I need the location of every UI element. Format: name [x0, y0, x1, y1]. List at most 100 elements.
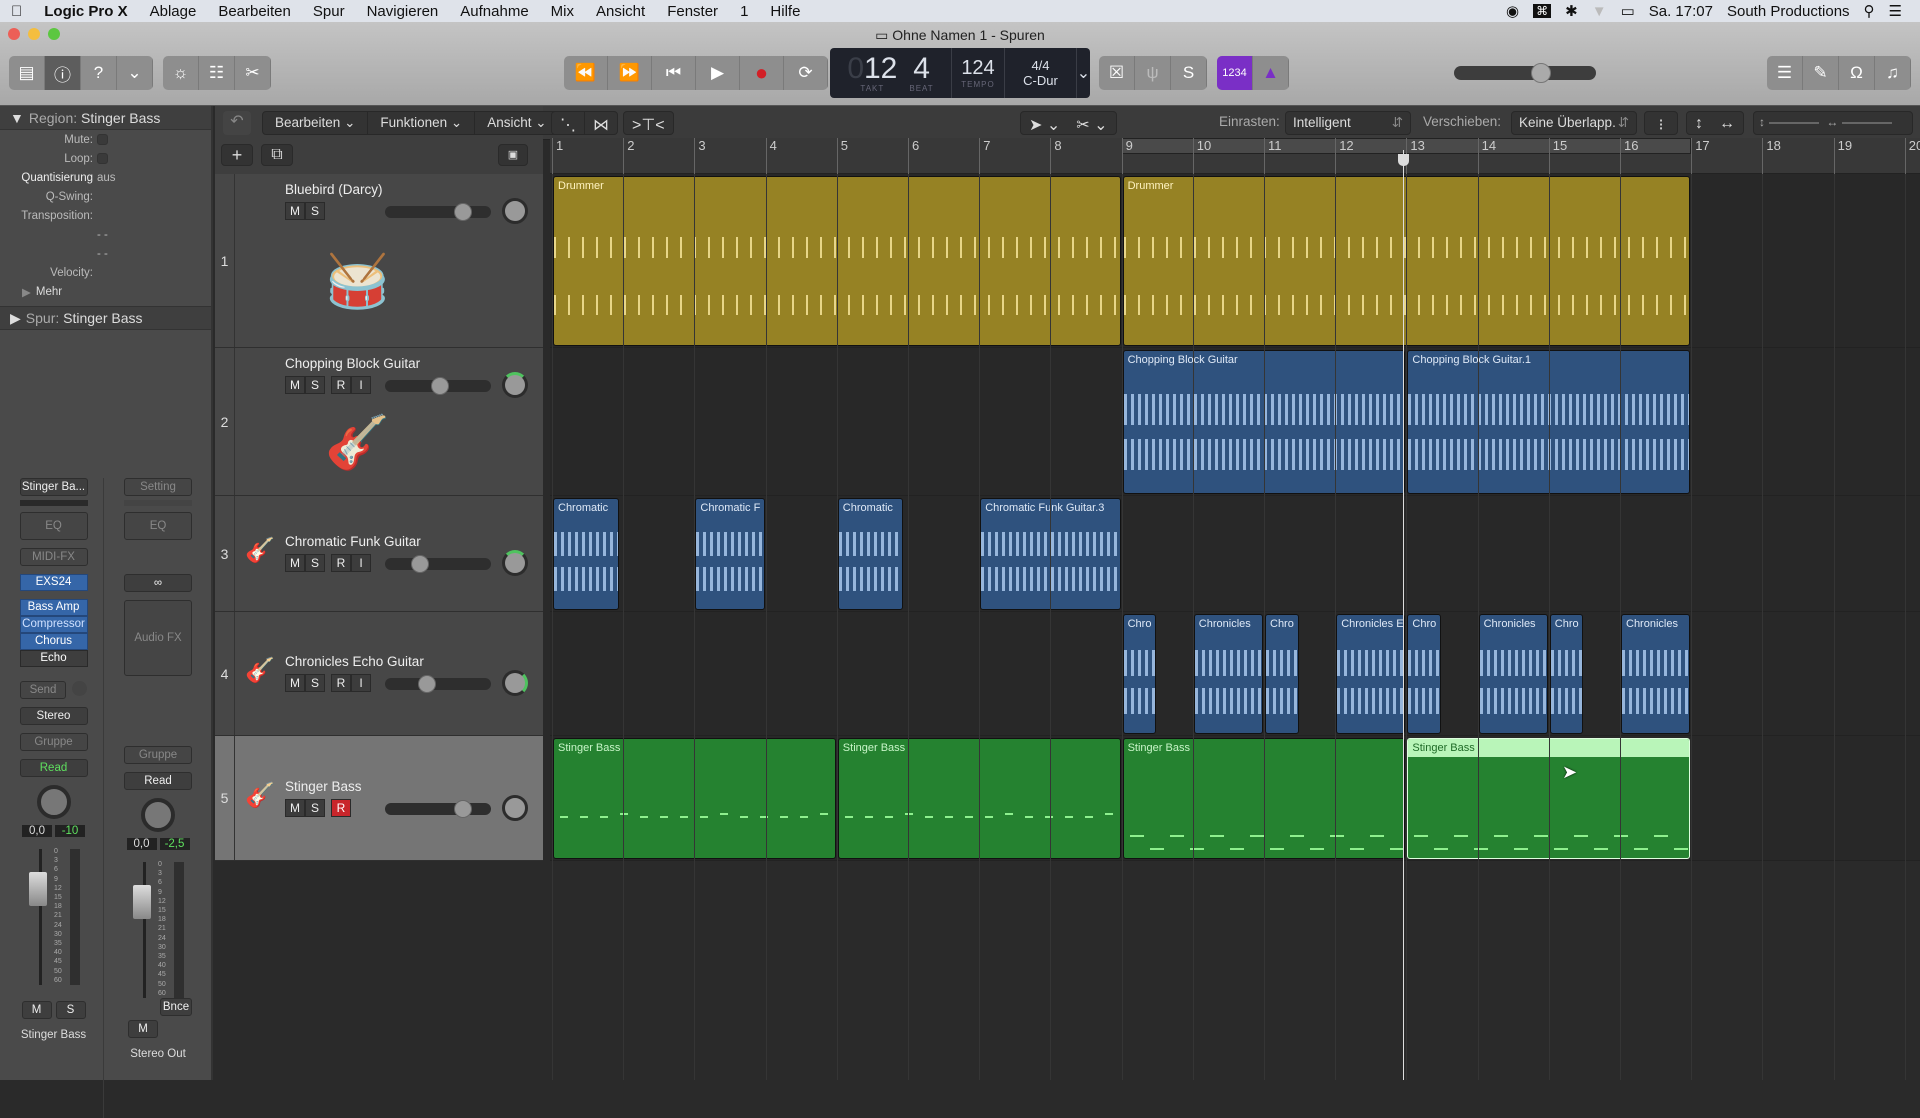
apple-icon[interactable]:  — [0, 3, 33, 20]
position-display[interactable]: 012 TAKT 4 BEAT — [830, 48, 952, 98]
menu-arrange-funktionen[interactable]: Funktionen ⌄ — [367, 112, 474, 134]
solo-icon[interactable]: S — [1171, 56, 1207, 90]
track-name[interactable]: Chronicles Echo Guitar — [285, 654, 424, 669]
list-editors-icon[interactable]: ☰ — [1767, 56, 1803, 90]
note-pad-icon[interactable]: ✎ — [1803, 56, 1839, 90]
user-name[interactable]: South Productions — [1727, 3, 1850, 20]
eq-button[interactable]: EQ — [124, 512, 192, 540]
record-icon[interactable]: ● — [740, 56, 784, 90]
signature-key-display[interactable]: 4/4 C-Dur — [1005, 48, 1077, 98]
waveform-zoom-icon[interactable]: ⁝ — [1644, 111, 1678, 135]
param-value[interactable]: - - — [97, 248, 108, 260]
menu-fenster[interactable]: Fenster — [656, 3, 729, 20]
mute-button[interactable]: M — [21, 1001, 52, 1019]
vertical-fit-icon[interactable]: ↕ — [1687, 112, 1711, 134]
lcd-menu-chevron-icon[interactable]: ⌄ — [1077, 48, 1090, 98]
play-icon[interactable]: ▶ — [696, 56, 740, 90]
tempo-display[interactable]: 124 TEMPO — [952, 48, 1005, 98]
command-icon[interactable]: ⌘ — [1533, 4, 1552, 18]
setting-button[interactable]: Setting — [124, 478, 192, 496]
track-s-button[interactable]: S — [305, 202, 325, 220]
track-i-button[interactable]: I — [351, 674, 371, 692]
track-s-button[interactable]: S — [305, 799, 325, 817]
audio-region[interactable]: Chro — [1122, 614, 1157, 734]
automation-icon[interactable]: ⋱ — [552, 112, 584, 134]
global-tracks-icon[interactable]: ▣ — [498, 144, 528, 166]
volume-knob[interactable] — [430, 377, 449, 395]
menu-spur[interactable]: Spur — [302, 3, 356, 20]
loop-browser-icon[interactable]: Ω — [1839, 56, 1875, 90]
track-volume-slider[interactable] — [385, 377, 491, 395]
track-name[interactable]: Chromatic Funk Guitar — [285, 534, 421, 549]
audio-region[interactable]: Chromatic — [837, 498, 904, 610]
volume-knob[interactable] — [411, 555, 430, 573]
volume-fader[interactable] — [133, 885, 151, 919]
vertical-zoom-slider[interactable] — [1769, 121, 1819, 124]
track-name[interactable]: Bluebird (Darcy) — [285, 182, 383, 197]
param-checkbox[interactable] — [97, 134, 108, 145]
audio-region[interactable]: Chro — [1549, 614, 1584, 734]
media-browser-icon[interactable]: ♫ — [1875, 56, 1911, 90]
lcd-display[interactable]: 012 TAKT 4 BEAT 124 TEMPO 4/4 C-Dur ⌄ — [830, 48, 1090, 98]
cycle-icon[interactable]: ⟳ — [784, 56, 828, 90]
bounce-button[interactable]: Bnce — [160, 998, 192, 1016]
rewind-icon[interactable]: ⏪ — [564, 56, 608, 90]
send-knob[interactable] — [72, 681, 87, 696]
track-header[interactable]: 5 🎸 Stinger Bass MSR — [215, 736, 543, 861]
track-i-button[interactable]: I — [351, 554, 371, 572]
inspector-row[interactable]: - - — [0, 225, 211, 244]
quick-help-icon[interactable]: ? — [81, 56, 117, 90]
track-s-button[interactable]: S — [305, 674, 325, 692]
toolbar-toggle-icon[interactable]: ⌄ — [117, 56, 153, 90]
tuner-icon[interactable]: ψ — [1135, 56, 1171, 90]
track-volume-slider[interactable] — [385, 675, 491, 693]
track-m-button[interactable]: M — [285, 554, 305, 572]
link-icon[interactable]: ∞ — [124, 574, 192, 592]
midi-fx-slot[interactable]: MIDI-FX — [19, 548, 88, 566]
track-volume-slider[interactable] — [385, 800, 491, 818]
send-slot[interactable]: Send — [20, 681, 66, 699]
instrument-slot[interactable]: EXS24 — [19, 574, 88, 591]
param-value[interactable]: aus — [97, 172, 116, 184]
screen-record-icon[interactable]: ◉ — [1506, 2, 1519, 20]
menu-app-name[interactable]: Logic Pro X — [33, 3, 138, 20]
bluetooth-icon[interactable]: ✱ — [1565, 2, 1578, 20]
volume-readout[interactable]: 0,0 — [22, 825, 52, 837]
inspector-row[interactable]: Mute: — [0, 130, 211, 149]
menu-mix[interactable]: Mix — [540, 3, 585, 20]
airplay-icon[interactable]: ▭ — [1621, 2, 1635, 20]
track-s-button[interactable]: S — [305, 554, 325, 572]
audio-region[interactable]: Chro — [1265, 614, 1299, 734]
audio-region[interactable]: Chromatic — [553, 498, 619, 610]
track-m-button[interactable]: M — [285, 376, 305, 394]
inspector-row[interactable]: Q-Swing: — [0, 187, 211, 206]
peak-readout[interactable]: -10 — [55, 825, 85, 837]
volume-knob[interactable] — [418, 675, 437, 693]
track-r-button[interactable]: R — [331, 554, 351, 572]
track-header[interactable]: 3 🎸 Chromatic Funk Guitar MSRI — [215, 496, 543, 612]
menu-navigieren[interactable]: Navigieren — [356, 3, 450, 20]
inspector-row[interactable]: - - — [0, 244, 211, 263]
track-pan-knob[interactable] — [502, 372, 528, 398]
region-inspector-header[interactable]: ▼ Region: Stinger Bass — [0, 106, 211, 130]
inspector-icon[interactable]: ⓘ — [45, 56, 81, 90]
count-in-button[interactable]: 1234 — [1217, 56, 1253, 90]
pan-knob[interactable] — [36, 785, 71, 819]
master-volume-knob[interactable] — [1530, 63, 1551, 83]
menu-hilfe[interactable]: Hilfe — [759, 3, 811, 20]
track-pan-knob[interactable] — [502, 550, 528, 576]
group-slot[interactable]: Gruppe — [124, 746, 192, 764]
track-s-button[interactable]: S — [305, 376, 325, 394]
automation-mode[interactable]: Read — [19, 759, 88, 777]
plugin-chorus[interactable]: Chorus — [19, 633, 88, 650]
param-value[interactable]: - - — [97, 229, 108, 241]
track-pan-knob[interactable] — [502, 198, 528, 224]
track-volume-slider[interactable] — [385, 555, 491, 573]
track-lane[interactable]: Chromatic Chromatic F Chromatic Chromatic F… — [550, 496, 1920, 612]
inspector-row[interactable]: Loop: — [0, 149, 211, 168]
inspector-row[interactable]: Quantisierung aus — [0, 168, 211, 187]
menu-ansicht[interactable]: Ansicht — [585, 3, 656, 20]
track-lane[interactable]: Drummer Drummer — [550, 174, 1920, 348]
clock[interactable]: Sa. 17:07 — [1649, 3, 1713, 20]
back-icon[interactable]: ↶ — [223, 111, 251, 135]
